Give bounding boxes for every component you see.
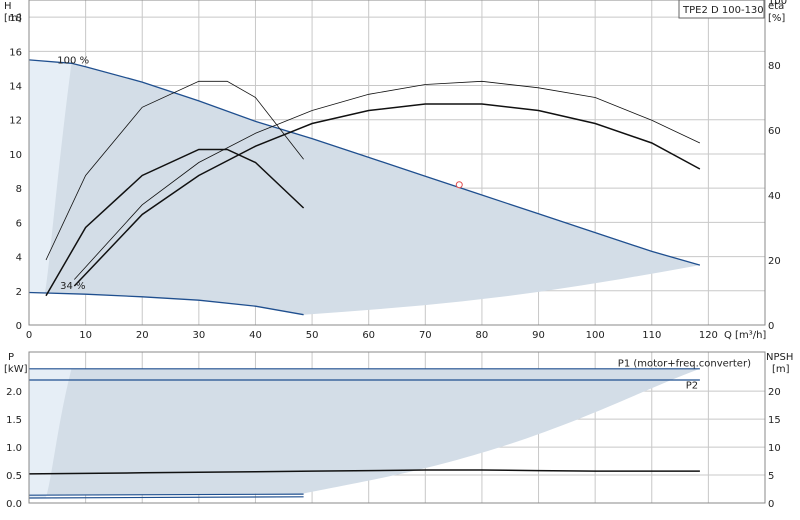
power-tick-label: 0.5 — [6, 471, 22, 482]
speed-label: 100 % — [57, 55, 89, 66]
x-tick-label: 40 — [249, 330, 262, 341]
x-tick-label: 110 — [642, 330, 661, 341]
flow-axis-title: Q [m³/h] — [724, 330, 766, 341]
npsh-tick-label: 10 — [768, 443, 781, 454]
head-axis-unit: [m] — [4, 13, 22, 24]
x-tick-label: 50 — [306, 330, 319, 341]
eta-tick-label: 60 — [768, 126, 781, 137]
eta-tick-label: 40 — [768, 191, 781, 202]
pump-curve-chart: 0 10 20 30 40 50 60 70 80 90 100 110 120024681012141… — [4, 0, 793, 510]
power-series-label: P1 (motor+freq.converter) — [618, 359, 751, 370]
head-axis-title: H — [4, 1, 12, 12]
head-tick-label: 12 — [9, 116, 22, 127]
npsh-axis-title: NPSH — [766, 352, 793, 363]
x-tick-label: 120 — [699, 330, 718, 341]
power-tick-label: 1.5 — [6, 415, 22, 426]
npsh-tick-label: 0 — [768, 499, 774, 510]
x-tick-label: 90 — [532, 330, 545, 341]
head-tick-label: 14 — [9, 82, 22, 93]
head-tick-label: 6 — [16, 218, 22, 229]
eta-tick-label: 20 — [768, 256, 781, 267]
head-tick-label: 16 — [9, 47, 22, 58]
head-tick-label: 8 — [16, 184, 22, 195]
npsh-tick-label: 20 — [768, 387, 781, 398]
x-tick-label: 20 — [136, 330, 149, 341]
eta-axis-title: eta — [768, 1, 784, 12]
duty-point-marker — [455, 181, 463, 189]
npsh-tick-label: 5 — [768, 471, 774, 482]
eta-tick-label: 0 — [768, 321, 774, 332]
head-tick-label: 10 — [9, 150, 22, 161]
power-axis-title: P — [8, 352, 14, 363]
x-tick-label: 70 — [419, 330, 432, 341]
x-tick-label: 100 — [586, 330, 605, 341]
model-label: TPE2 D 100-130 — [682, 5, 764, 16]
curve-P2-min — [29, 496, 304, 499]
power-tick-label: 1.0 — [6, 443, 22, 454]
eta-axis-unit: [%] — [768, 13, 785, 24]
head-tick-label: 0 — [16, 321, 22, 332]
npsh-range-area — [29, 368, 700, 496]
power-tick-label: 0.0 — [6, 499, 22, 510]
head-tick-label: 2 — [16, 287, 22, 298]
x-tick-label: 30 — [192, 330, 205, 341]
eta-tick-label: 80 — [768, 61, 781, 72]
x-tick-label: 80 — [476, 330, 489, 341]
power-series-label: P2 — [686, 380, 698, 391]
power-npsh-panel: 0.00.51.01.52.005101520 P [kW] NPSH [m] … — [4, 351, 793, 510]
power-axis-unit: [kW] — [4, 364, 28, 375]
head-tick-label: 4 — [16, 253, 22, 264]
head-efficiency-panel: 0 10 20 30 40 50 60 70 80 90 100 110 120 0 2 4 6 8 10 12 14 1… — [4, 0, 787, 341]
power-tick-label: 2.0 — [6, 387, 22, 398]
npsh-axis-unit: [m] — [772, 364, 790, 375]
npsh-tick-label: 15 — [768, 415, 781, 426]
x-tick-label: 10 — [79, 330, 92, 341]
speed-label: 34 % — [60, 281, 85, 292]
x-tick-label: 0 — [26, 330, 32, 341]
x-tick-label: 60 — [362, 330, 375, 341]
